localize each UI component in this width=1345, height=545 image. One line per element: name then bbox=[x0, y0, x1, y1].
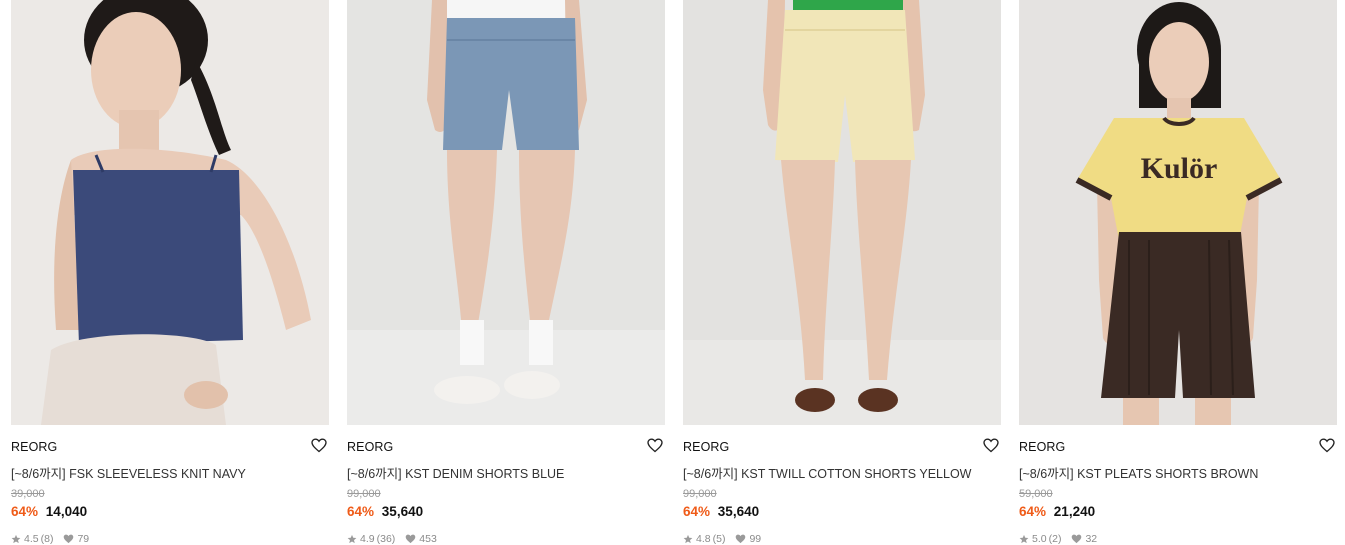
product-meta: 4.5 (8) 79 bbox=[11, 533, 89, 545]
brand-name[interactable]: REORG bbox=[347, 440, 393, 454]
like-count: 453 bbox=[419, 533, 437, 545]
product-photo-yellow-shorts bbox=[683, 0, 1001, 425]
product-photo-navy-knit-top bbox=[11, 0, 329, 425]
original-price: 39,000 bbox=[11, 488, 45, 500]
heart-icon[interactable] bbox=[310, 436, 328, 454]
product-card: REORG [~8/6까지] KST TWILL COTTON SHORTS Y… bbox=[683, 0, 1001, 545]
rating-score: 4.8 bbox=[696, 533, 711, 545]
product-photo-brown-pleats-shorts: Kulör bbox=[1019, 0, 1337, 425]
rating-score: 5.0 bbox=[1032, 533, 1047, 545]
brand-name[interactable]: REORG bbox=[683, 440, 729, 454]
brand-name[interactable]: REORG bbox=[1019, 440, 1065, 454]
sale-price: 21,240 bbox=[1053, 504, 1096, 519]
discount-rate: 64% bbox=[11, 504, 39, 519]
discount-rate: 64% bbox=[347, 504, 375, 519]
product-card: Kulör REORG [~8/6까지] KST PLEATS SHORTS B… bbox=[1019, 0, 1337, 545]
original-price: 99,000 bbox=[683, 488, 717, 500]
heart-icon[interactable] bbox=[982, 436, 1000, 454]
star-icon bbox=[11, 534, 21, 544]
heart-icon[interactable] bbox=[646, 436, 664, 454]
like-count: 79 bbox=[77, 533, 90, 545]
heart-filled-icon bbox=[63, 534, 74, 544]
original-price: 99,000 bbox=[347, 488, 381, 500]
star-icon bbox=[347, 534, 357, 544]
product-image[interactable] bbox=[683, 0, 1001, 425]
product-meta: 4.9 (36) 453 bbox=[347, 533, 437, 545]
product-name[interactable]: [~8/6까지] KST TWILL COTTON SHORTS YELLOW bbox=[683, 463, 971, 482]
review-count: (2) bbox=[1048, 533, 1062, 545]
review-count: (8) bbox=[40, 533, 54, 545]
product-card: REORG [~8/6까지] FSK SLEEVELESS KNIT NAVY … bbox=[11, 0, 329, 545]
product-image[interactable] bbox=[11, 0, 329, 425]
tee-print-text: Kulör bbox=[1141, 152, 1218, 185]
price-row: 64% 14,040 bbox=[11, 504, 87, 519]
sale-price: 14,040 bbox=[45, 504, 88, 519]
heart-filled-icon bbox=[405, 534, 416, 544]
sale-price: 35,640 bbox=[717, 504, 760, 519]
price-row: 64% 35,640 bbox=[347, 504, 423, 519]
brand-name[interactable]: REORG bbox=[11, 440, 57, 454]
star-icon bbox=[683, 534, 693, 544]
product-meta: 4.8 (5) 99 bbox=[683, 533, 761, 545]
discount-rate: 64% bbox=[1019, 504, 1047, 519]
sale-price: 35,640 bbox=[381, 504, 424, 519]
discount-rate: 64% bbox=[683, 504, 711, 519]
product-photo-denim-shorts bbox=[347, 0, 665, 425]
like-count: 32 bbox=[1085, 533, 1098, 545]
product-name[interactable]: [~8/6까지] KST PLEATS SHORTS BROWN bbox=[1019, 463, 1258, 482]
heart-filled-icon bbox=[1071, 534, 1082, 544]
product-card: REORG [~8/6까지] KST DENIM SHORTS BLUE 99,… bbox=[347, 0, 665, 545]
heart-icon[interactable] bbox=[1318, 436, 1336, 454]
review-count: (36) bbox=[376, 533, 396, 545]
rating-score: 4.9 bbox=[360, 533, 375, 545]
product-image[interactable] bbox=[347, 0, 665, 425]
like-count: 99 bbox=[749, 533, 762, 545]
price-row: 64% 21,240 bbox=[1019, 504, 1095, 519]
product-name[interactable]: [~8/6까지] FSK SLEEVELESS KNIT NAVY bbox=[11, 463, 246, 482]
price-row: 64% 35,640 bbox=[683, 504, 759, 519]
product-grid: REORG [~8/6까지] FSK SLEEVELESS KNIT NAVY … bbox=[0, 0, 1345, 545]
rating-score: 4.5 bbox=[24, 533, 39, 545]
review-count: (5) bbox=[712, 533, 726, 545]
star-icon bbox=[1019, 534, 1029, 544]
product-name[interactable]: [~8/6까지] KST DENIM SHORTS BLUE bbox=[347, 463, 564, 482]
original-price: 59,000 bbox=[1019, 488, 1053, 500]
product-meta: 5.0 (2) 32 bbox=[1019, 533, 1097, 545]
heart-filled-icon bbox=[735, 534, 746, 544]
product-image[interactable]: Kulör bbox=[1019, 0, 1337, 425]
